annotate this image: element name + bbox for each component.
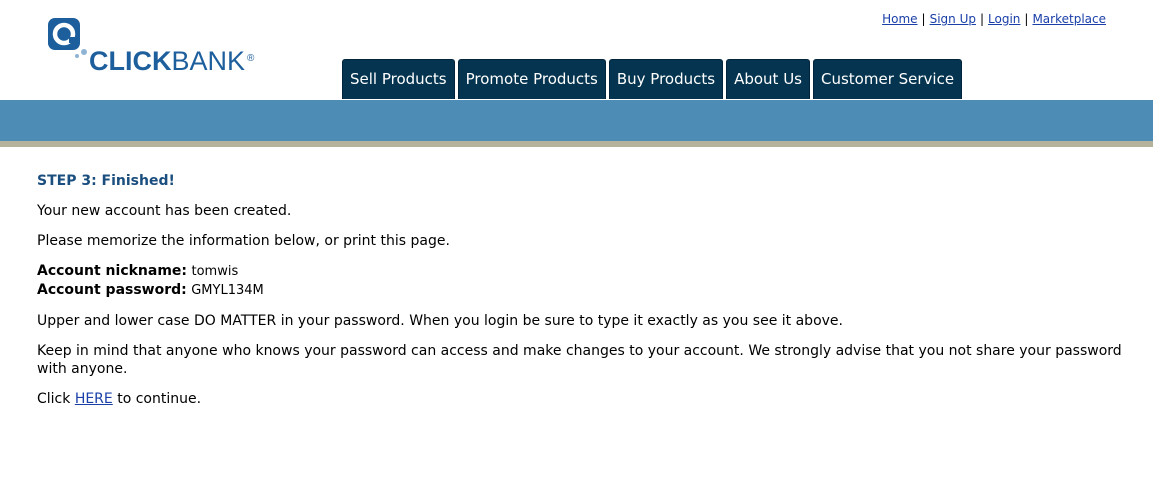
continue-prefix: Click xyxy=(37,391,71,407)
continue-suffix: to continue. xyxy=(117,391,202,407)
password-line: Account password: GMYL134M xyxy=(37,281,1127,300)
site-header: CLICKBANK ® Home | Sign Up | Login | Marketplac… xyxy=(0,0,1153,100)
case-sensitivity-message: Upper and lower case DO MATTER in your p… xyxy=(37,313,843,329)
top-link-separator: | xyxy=(1024,12,1029,26)
nickname-label: Account nickname: xyxy=(37,263,188,279)
marketplace-link[interactable]: Marketplace xyxy=(1032,12,1106,26)
tab-sell-products[interactable]: Sell Products xyxy=(342,59,455,99)
continue-link[interactable]: HERE xyxy=(75,391,113,407)
continue-message: Click HERE to continue. xyxy=(37,390,1127,408)
login-link[interactable]: Login xyxy=(988,12,1020,26)
logo-mark-icon xyxy=(48,18,87,58)
account-credentials: Account nickname: tomwis Account passwor… xyxy=(37,262,1127,300)
tab-customer-service[interactable]: Customer Service xyxy=(813,59,963,99)
page-title: STEP 3: Finished! xyxy=(37,173,175,189)
top-link-separator: | xyxy=(921,12,926,26)
registered-mark: ® xyxy=(247,53,255,64)
password-value: GMYL134M xyxy=(191,283,264,298)
main-content: STEP 3: Finished! Your new account has b… xyxy=(37,172,1127,420)
logo-text-click: CLICK xyxy=(89,46,172,76)
password-security-message: Keep in mind that anyone who knows your … xyxy=(37,343,1122,377)
main-nav-tabs: Sell Products Promote Products Buy Produ… xyxy=(342,59,963,100)
header-band-divider xyxy=(0,141,1153,147)
nickname-line: Account nickname: tomwis xyxy=(37,262,1127,281)
tab-buy-products[interactable]: Buy Products xyxy=(608,59,724,99)
clickbank-logo[interactable]: CLICKBANK ® xyxy=(47,17,307,77)
password-label: Account password: xyxy=(37,282,187,298)
logo-wordmark: CLICKBANK ® xyxy=(89,46,254,76)
home-link[interactable]: Home xyxy=(882,12,917,26)
top-link-separator: | xyxy=(979,12,985,26)
tab-promote-products[interactable]: Promote Products xyxy=(457,59,606,99)
memorize-message: Please memorize the information below, o… xyxy=(37,233,450,249)
signup-link[interactable]: Sign Up xyxy=(930,12,976,26)
account-created-message: Your new account has been created. xyxy=(37,203,292,219)
logo-text-bank: BANK xyxy=(171,46,246,76)
header-band xyxy=(0,100,1153,141)
tab-about-us[interactable]: About Us xyxy=(726,59,810,99)
nickname-value: tomwis xyxy=(191,264,239,279)
top-links: Home | Sign Up | Login | Marketplace xyxy=(882,11,1106,27)
